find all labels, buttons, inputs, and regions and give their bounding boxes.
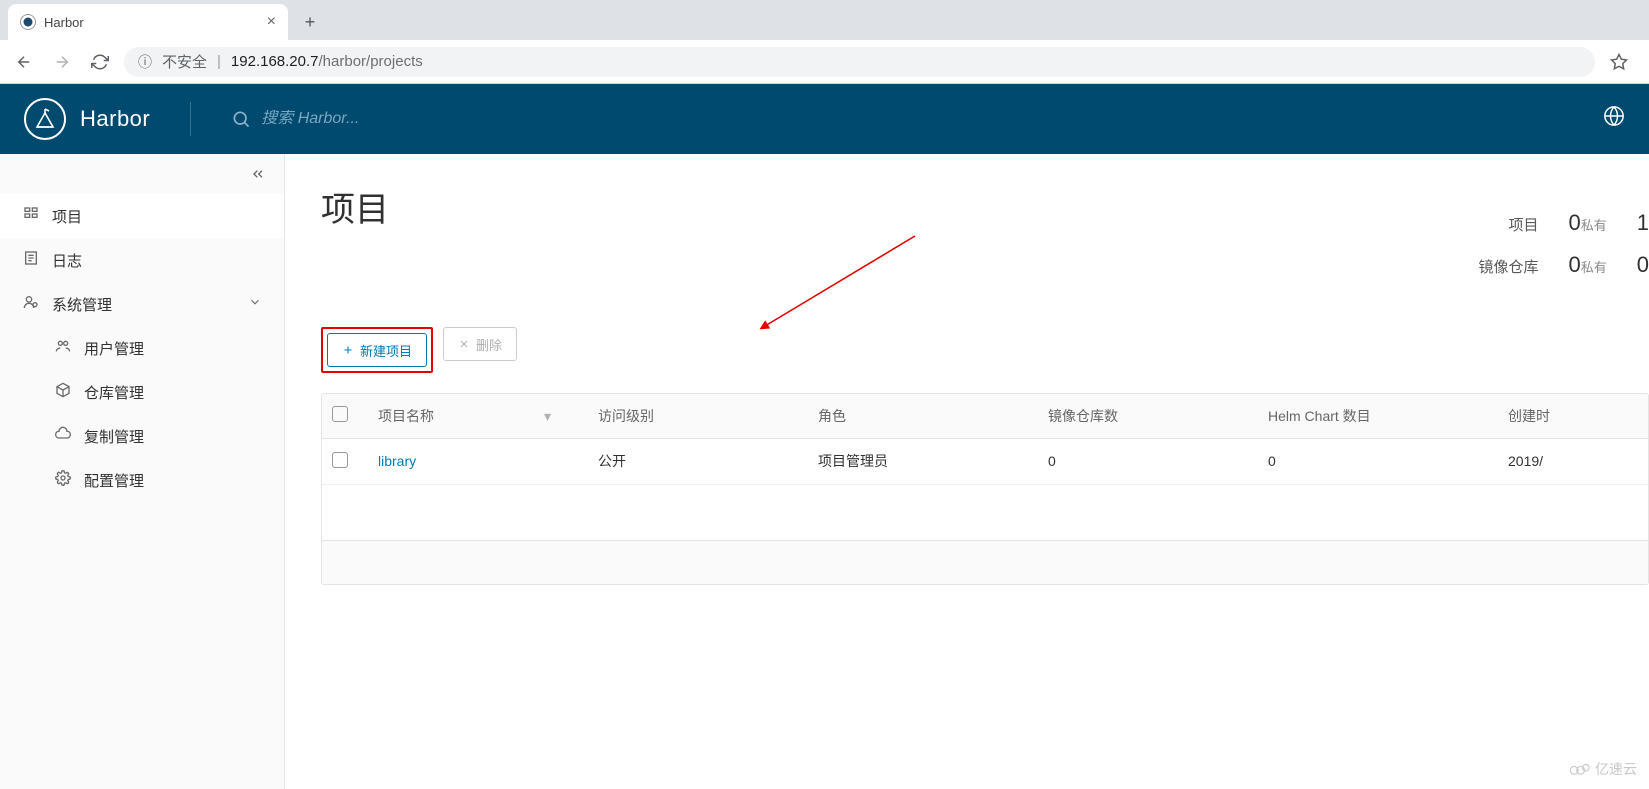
summary-projects-label: 项目 [1508, 214, 1538, 235]
summary-projects: 项目 0私有 1 [1508, 210, 1649, 236]
tab-title: Harbor [44, 15, 259, 30]
filter-icon[interactable]: ▾ [544, 408, 551, 424]
table-row[interactable]: library 公开 项目管理员 0 0 2019/ [322, 438, 1648, 484]
new-tab-button[interactable]: + [296, 8, 324, 36]
col-repo-count[interactable]: 镜像仓库数 [1038, 394, 1258, 438]
sidebar-item-admin[interactable]: 系统管理 [0, 282, 284, 326]
summary-repos-total: 0 [1637, 252, 1649, 278]
sidebar-item-label: 系统管理 [52, 294, 112, 315]
summary-panel: 项目 0私有 1 镜像仓库 0私有 0 [1478, 210, 1649, 278]
sidebar-item-projects[interactable]: 项目 [0, 194, 284, 238]
row-checkbox[interactable] [332, 452, 348, 468]
table-footer [322, 540, 1648, 584]
sidebar-item-label: 仓库管理 [84, 382, 144, 403]
cell-created: 2019/ [1498, 438, 1648, 484]
sidebar-item-label: 用户管理 [84, 338, 144, 359]
sidebar-item-label: 日志 [52, 250, 82, 271]
page-title: 项目 [321, 182, 1649, 231]
sidebar: 项目 日志 系统管理 用户管理 仓库管理 复制管理 配置管理 [0, 154, 285, 789]
col-name[interactable]: 项目名称 [378, 408, 434, 424]
cell-access: 公开 [588, 438, 808, 484]
url-host: 192.168.20.7 [231, 53, 319, 70]
logs-icon [22, 250, 40, 270]
summary-projects-private-count: 0 [1568, 210, 1580, 235]
cell-role: 项目管理员 [808, 438, 1038, 484]
plus-icon [342, 344, 354, 356]
summary-projects-total: 1 [1637, 210, 1649, 236]
favicon [20, 14, 36, 30]
info-icon: ⓘ [138, 52, 152, 72]
browser-tab[interactable]: Harbor × [8, 4, 288, 40]
projects-table: 项目名称 ▾ 访问级别 角色 镜像仓库数 Helm Chart 数目 创建时 li… [321, 393, 1649, 585]
url-field[interactable]: ⓘ 不安全 | 192.168.20.7/harbor/projects [124, 47, 1595, 77]
projects-icon [22, 206, 40, 226]
sidebar-item-label: 复制管理 [84, 426, 144, 447]
summary-repos-private-count: 0 [1568, 252, 1580, 277]
app-body: 项目 日志 系统管理 用户管理 仓库管理 复制管理 配置管理 项目 [0, 154, 1649, 789]
col-created[interactable]: 创建时 [1498, 394, 1648, 438]
config-icon [54, 470, 72, 490]
delete-button[interactable]: 删除 [443, 327, 517, 361]
search-input[interactable] [261, 110, 561, 128]
summary-projects-private-label: 私有 [1581, 218, 1607, 233]
watermark-text: 亿速云 [1595, 759, 1637, 779]
url-separator: | [217, 53, 221, 70]
replication-icon [54, 426, 72, 446]
sidebar-item-logs[interactable]: 日志 [0, 238, 284, 282]
annotation-highlight: 新建项目 [321, 327, 433, 373]
collapse-icon [250, 166, 266, 182]
cell-repo-count: 0 [1038, 438, 1258, 484]
sidebar-item-repos[interactable]: 仓库管理 [0, 370, 284, 414]
watermark: 亿速云 [1569, 759, 1637, 779]
new-project-button[interactable]: 新建项目 [327, 333, 427, 367]
action-row: 新建项目 删除 [321, 327, 1649, 373]
tab-strip: Harbor × + [0, 0, 1649, 40]
summary-repos: 镜像仓库 0私有 0 [1478, 252, 1649, 278]
delete-label: 删除 [476, 335, 502, 354]
new-project-label: 新建项目 [360, 341, 412, 360]
admin-icon [22, 294, 40, 314]
summary-repos-private-label: 私有 [1581, 260, 1607, 275]
url-path: /harbor/projects [319, 53, 423, 70]
col-role[interactable]: 角色 [808, 394, 1038, 438]
repo-icon [54, 382, 72, 402]
bookmark-star-icon[interactable] [1605, 48, 1633, 76]
sidebar-item-replication[interactable]: 复制管理 [0, 414, 284, 458]
sidebar-item-users[interactable]: 用户管理 [0, 326, 284, 370]
table-header-row: 项目名称 ▾ 访问级别 角色 镜像仓库数 Helm Chart 数目 创建时 [322, 394, 1648, 438]
sidebar-item-label: 项目 [52, 206, 82, 227]
back-button[interactable] [10, 48, 38, 76]
close-icon[interactable]: × [267, 14, 276, 30]
sidebar-item-label: 配置管理 [84, 470, 144, 491]
summary-repos-label: 镜像仓库 [1478, 256, 1538, 277]
project-name-link[interactable]: library [378, 453, 416, 469]
watermark-icon [1569, 762, 1591, 776]
col-access[interactable]: 访问级别 [588, 394, 808, 438]
sidebar-collapse-button[interactable] [0, 154, 284, 194]
address-bar: ⓘ 不安全 | 192.168.20.7/harbor/projects [0, 40, 1649, 84]
harbor-logo-icon [24, 98, 66, 140]
users-icon [54, 338, 72, 358]
browser-chrome: Harbor × + ⓘ 不安全 | 192.168.20.7/harbor/p… [0, 0, 1649, 84]
header-divider [190, 102, 191, 136]
globe-icon[interactable] [1603, 105, 1625, 133]
reload-button[interactable] [86, 48, 114, 76]
col-helm-count[interactable]: Helm Chart 数目 [1258, 394, 1498, 438]
app-header: Harbor [0, 84, 1649, 154]
harbor-logo[interactable]: Harbor [24, 98, 150, 140]
search-icon [231, 109, 251, 129]
chevron-down-icon [248, 295, 262, 313]
sidebar-item-config[interactable]: 配置管理 [0, 458, 284, 502]
cell-helm-count: 0 [1258, 438, 1498, 484]
global-search[interactable] [231, 109, 1563, 129]
select-all-checkbox[interactable] [332, 406, 348, 422]
forward-button[interactable] [48, 48, 76, 76]
product-name: Harbor [80, 106, 150, 132]
main-content: 项目 项目 0私有 1 镜像仓库 0私有 0 新建项目 [285, 154, 1649, 789]
close-icon [458, 338, 470, 350]
insecure-label: 不安全 [162, 51, 207, 72]
